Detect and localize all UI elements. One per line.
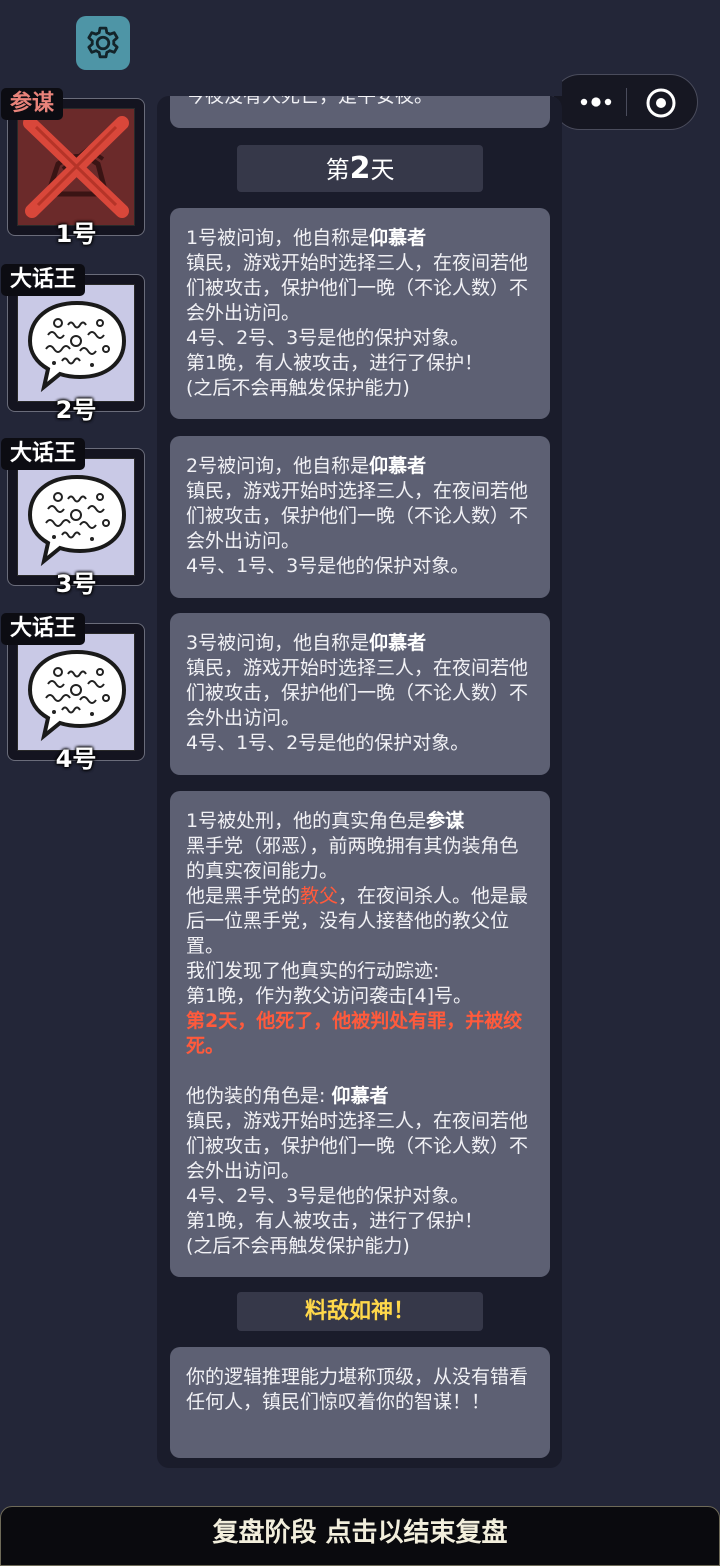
player-card-4[interactable]: 大话王 4号: [1, 613, 147, 773]
log-message-card: 1号被问询，他自称是仰慕者 镇民，游戏开始时选择三人，在夜间若他们被攻击，保护他…: [170, 208, 550, 419]
mini-program-capsule: [552, 74, 698, 130]
player-number: 1号: [55, 220, 97, 248]
target-close-icon: [646, 88, 676, 118]
player-role-badge: 参谋: [1, 88, 64, 120]
message-body: 镇民，游戏开始时选择三人，在夜间若他们被攻击，保护他们一晚（不论人数）不会外出访…: [186, 252, 529, 399]
capsule-divider: [626, 88, 627, 116]
verdict-text: 你的逻辑推理能力堪称顶级，从没有错看任何人，镇民们惊叹着你的智谋！！: [186, 1366, 529, 1413]
more-button[interactable]: [571, 75, 621, 129]
claimed-role: 仰慕者: [369, 455, 427, 477]
player-card-2[interactable]: 大话王 2号: [1, 264, 147, 424]
disguise-description: 镇民，游戏开始时选择三人，在夜间若他们被攻击，保护他们一晚（不论人数）不会外出访…: [186, 1110, 529, 1257]
true-role-description: 黑手党（邪恶），前两晚拥有其伪装角色的真实夜间能力。: [186, 835, 519, 882]
speech-bubble-squiggle-icon: [17, 458, 135, 576]
death-notice: 第2天，他死了，他被判处有罪，并被绞死。: [186, 1010, 523, 1057]
player-number: 2号: [55, 396, 97, 424]
day-number: 2: [349, 151, 371, 186]
message-body: 镇民，游戏开始时选择三人，在夜间若他们被攻击，保护他们一晚（不论人数）不会外出访…: [186, 657, 529, 754]
log-message-card: 2号被问询，他自称是仰慕者 镇民，游戏开始时选择三人，在夜间若他们被攻击，保护他…: [170, 436, 550, 598]
speech-bubble-squiggle-icon: [17, 284, 135, 402]
verdict-header: 料敌如神！: [237, 1292, 483, 1331]
player-role-badge: 大话王: [1, 264, 86, 296]
day-header: 第2天: [237, 145, 483, 192]
disguise-label: 他伪装的角色是:: [186, 1085, 332, 1107]
log-message-card: 3号被问询，他自称是仰慕者 镇民，游戏开始时选择三人，在夜间若他们被攻击，保护他…: [170, 613, 550, 775]
scroll-mask: [157, 60, 562, 96]
action-trace: 我们发现了他真实的行动踪迹: 第1晚，作为教父访问袭击[4]号。: [186, 960, 473, 1007]
more-dots-icon: [580, 97, 612, 107]
true-role: 参谋: [426, 810, 465, 832]
speech-bubble-squiggle-icon: [17, 633, 135, 751]
player-role-badge: 大话王: [1, 438, 86, 470]
player-number: 3号: [55, 570, 97, 598]
execution-card: 1号被处刑，他的真实角色是参谋 黑手党（邪恶），前两晚拥有其伪装角色的真实夜间能…: [170, 791, 550, 1277]
claimed-role: 仰慕者: [369, 632, 427, 654]
end-review-label: 复盘阶段 点击以结束复盘: [212, 1518, 508, 1548]
claimed-role: 仰慕者: [369, 227, 427, 249]
player-role-badge: 大话王: [1, 613, 86, 645]
message-intro: 1号被问询，他自称是: [186, 227, 370, 249]
crossed-out-portrait-icon: [17, 108, 135, 226]
execution-intro: 1号被处刑，他的真实角色是: [186, 810, 427, 832]
verdict-card: 你的逻辑推理能力堪称顶级，从没有错看任何人，镇民们惊叹着你的智谋！！: [170, 1347, 550, 1458]
godfather-prefix: 他是黑手党的: [186, 885, 301, 907]
godfather-keyword: 教父: [300, 885, 339, 907]
day-prefix: 第: [325, 156, 350, 184]
gear-icon: [87, 26, 119, 59]
day-suffix: 天: [370, 156, 395, 184]
close-button[interactable]: [643, 85, 679, 121]
player-card-3[interactable]: 大话王 3号: [1, 438, 147, 598]
message-intro: 3号被问询，他自称是: [186, 632, 370, 654]
disguise-role: 仰慕者: [331, 1085, 389, 1107]
player-number: 4号: [55, 745, 97, 773]
settings-button[interactable]: [76, 16, 130, 70]
message-intro: 2号被问询，他自称是: [186, 455, 370, 477]
player-card-1[interactable]: 参谋 1号: [1, 88, 147, 248]
message-body: 镇民，游戏开始时选择三人，在夜间若他们被攻击，保护他们一晚（不论人数）不会外出访…: [186, 480, 529, 577]
